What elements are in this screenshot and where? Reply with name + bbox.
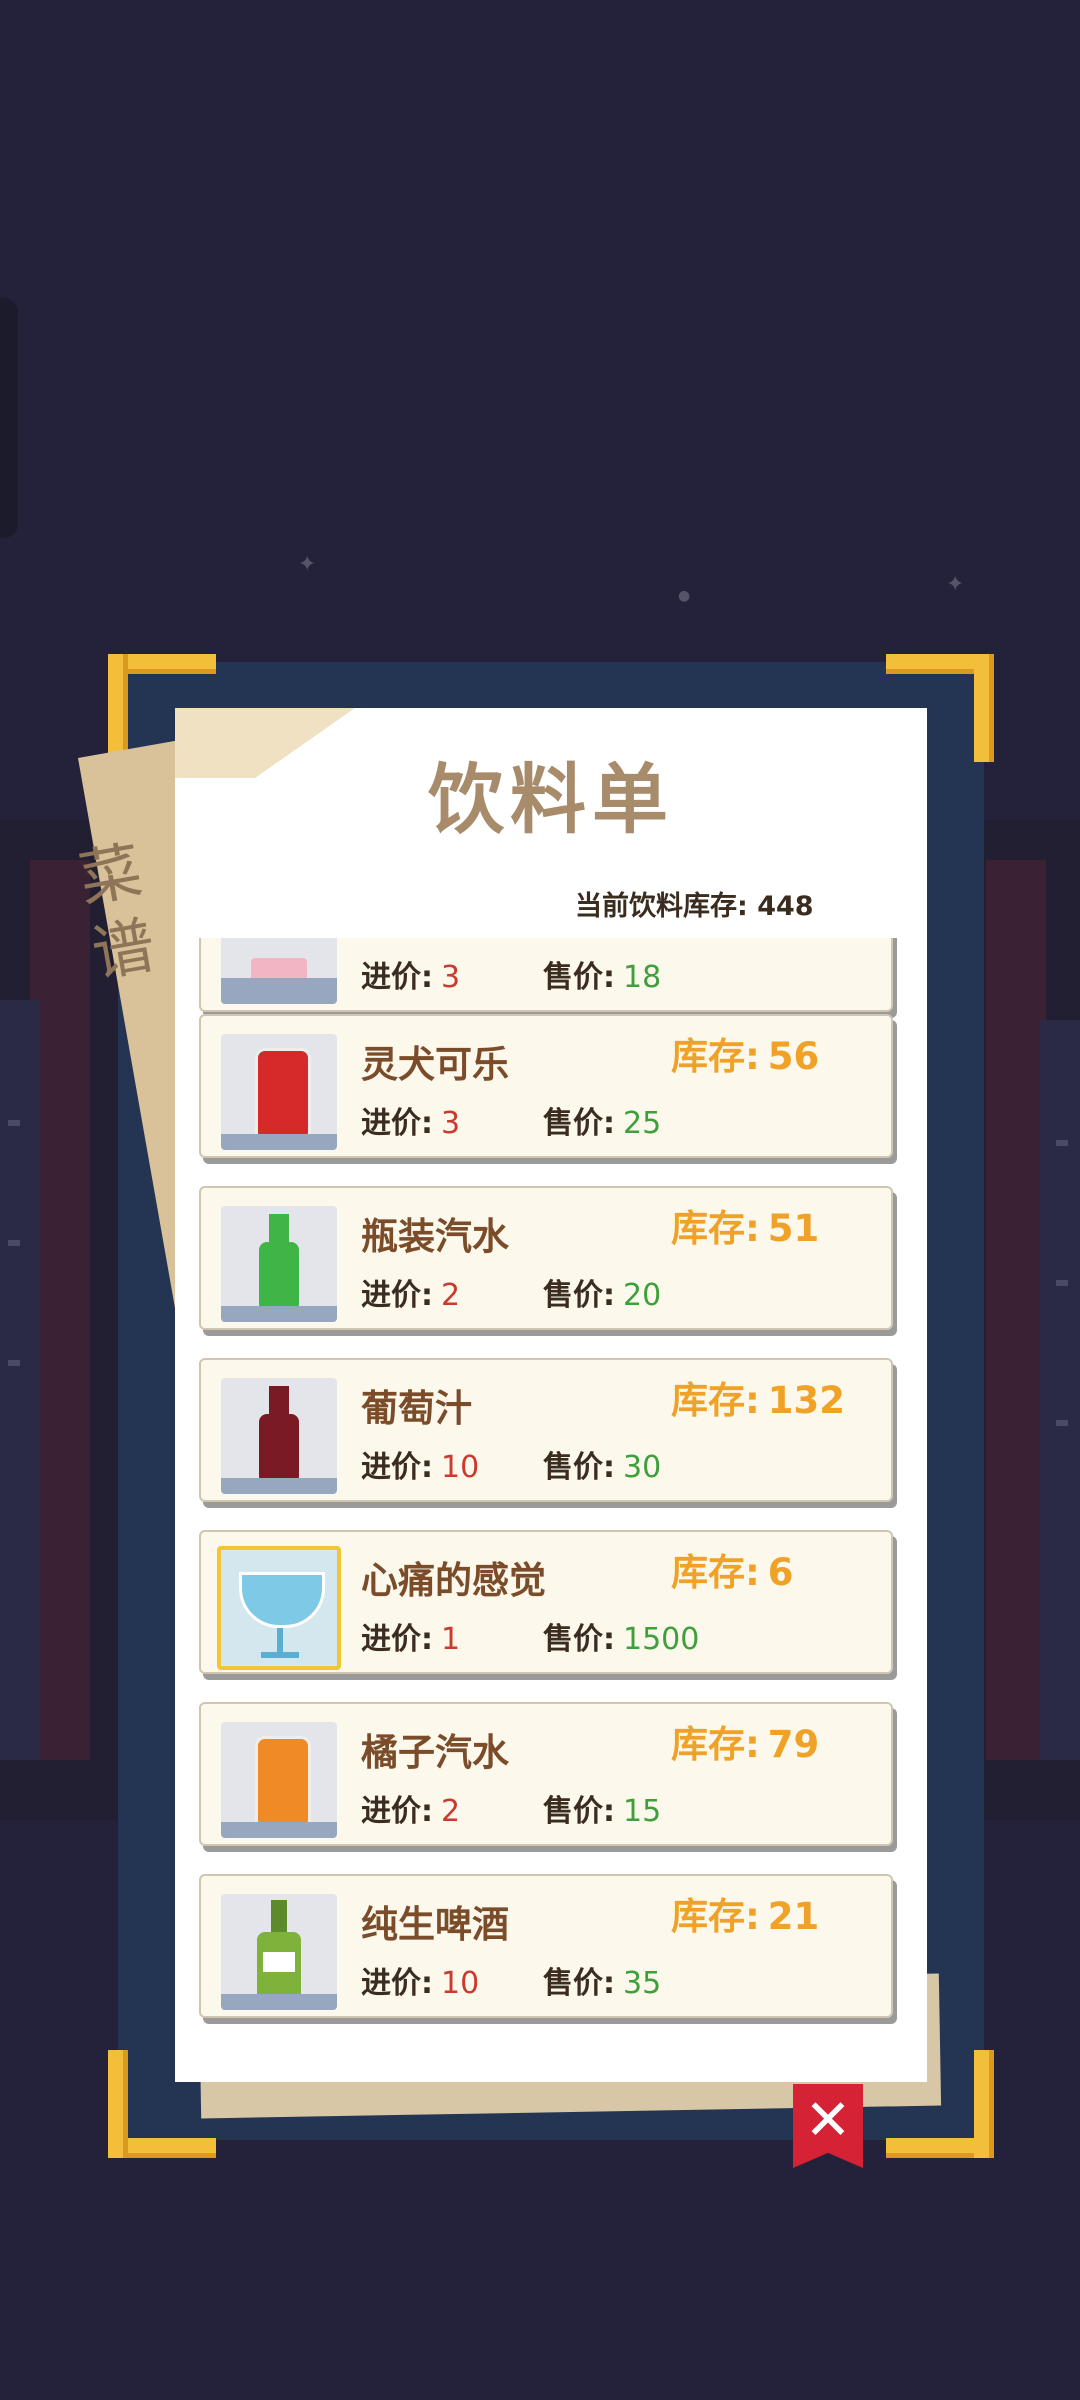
wine-glass-icon <box>217 1546 341 1670</box>
buy-price: 进价: 10 <box>361 1450 480 1485</box>
drink-name: 灵犬可乐 <box>361 1043 509 1086</box>
drink-icon-partial <box>221 938 337 1004</box>
drink-menu-panel: 饮料单 当前饮料库存: 448 进价: 3 售价: 18 灵犬可乐 库存: 56 进价… <box>175 708 927 2082</box>
sell-price: 售价: 30 <box>543 1450 662 1485</box>
cola-can-icon <box>221 1034 337 1150</box>
drink-stock: 库存: 6 <box>671 1551 794 1594</box>
orange-soda-can-icon <box>221 1722 337 1838</box>
sell-price: 售价: 15 <box>543 1794 662 1829</box>
sell-price: 售价: 20 <box>543 1278 662 1313</box>
green-soda-bottle-icon <box>221 1206 337 1322</box>
star-icon: ● <box>678 588 691 604</box>
drink-name: 葡萄汁 <box>361 1387 472 1430</box>
sell-price: 售价: 25 <box>543 1106 662 1141</box>
drink-card[interactable]: 纯生啤酒 库存: 21 进价: 10 售价: 35 <box>199 1874 893 2018</box>
drink-card[interactable]: 瓶装汽水 库存: 51 进价: 2 售价: 20 <box>199 1186 893 1330</box>
total-stock-value: 448 <box>757 891 814 922</box>
drink-stock: 库存: 21 <box>671 1895 820 1938</box>
total-stock: 当前饮料库存: 448 <box>575 884 814 923</box>
buy-price: 进价: 1 <box>361 1622 461 1657</box>
buy-price: 进价: 3 <box>361 1106 461 1141</box>
drink-name: 纯生啤酒 <box>361 1903 509 1946</box>
drink-stock: 库存: 51 <box>671 1207 820 1250</box>
drink-name: 心痛的感觉 <box>361 1559 546 1602</box>
sell-price: 售价: 35 <box>543 1966 662 2001</box>
drink-card[interactable]: 心痛的感觉 库存: 6 进价: 1 售价: 1500 <box>199 1530 893 1674</box>
drink-card[interactable]: 灵犬可乐 库存: 56 进价: 3 售价: 25 <box>199 1014 893 1158</box>
sell-price: 售价: 18 <box>543 960 662 995</box>
buy-price: 进价: 2 <box>361 1278 461 1313</box>
drink-card-partial[interactable]: 进价: 3 售价: 18 <box>199 938 893 1012</box>
beer-bottle-icon <box>221 1894 337 2010</box>
drink-stock: 库存: 132 <box>671 1379 846 1422</box>
close-button[interactable]: ✕ <box>793 2084 863 2168</box>
drink-card[interactable]: 葡萄汁 库存: 132 进价: 10 售价: 30 <box>199 1358 893 1502</box>
total-stock-label: 当前饮料库存: <box>575 891 748 922</box>
star-icon: ✦ <box>946 572 965 597</box>
sell-price: 售价: 1500 <box>543 1622 700 1657</box>
drink-list[interactable]: 进价: 3 售价: 18 灵犬可乐 库存: 56 进价: 3 售价: 25 瓶装汽水 库存… <box>175 938 927 2068</box>
drink-name: 橘子汽水 <box>361 1731 509 1774</box>
star-icon: ✦ <box>298 552 317 577</box>
drink-card[interactable]: 橘子汽水 库存: 79 进价: 2 售价: 15 <box>199 1702 893 1846</box>
menu-title: 饮料单 <box>428 755 674 844</box>
buy-price: 进价: 2 <box>361 1794 461 1829</box>
drink-name: 瓶装汽水 <box>361 1215 509 1258</box>
buy-price: 进价: 10 <box>361 1966 480 2001</box>
side-handle[interactable] <box>0 298 18 538</box>
buy-price: 进价: 3 <box>361 960 461 995</box>
drink-stock: 库存: 79 <box>671 1723 820 1766</box>
drink-stock: 库存: 56 <box>671 1035 820 1078</box>
grape-juice-bottle-icon <box>221 1378 337 1494</box>
